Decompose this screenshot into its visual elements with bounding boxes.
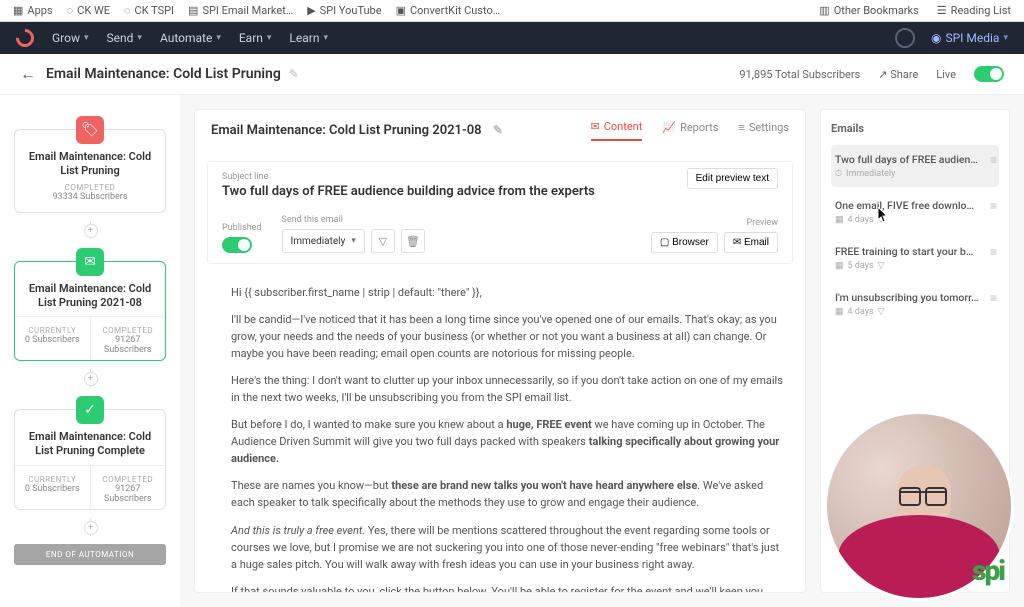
sequence-title: Email Maintenance: Cold List Pruning 202… bbox=[211, 123, 503, 138]
add-step-icon[interactable] bbox=[90, 369, 91, 387]
bookmark-spi-youtube[interactable]: ▶ SPI YouTube bbox=[302, 3, 386, 18]
tag-icon: 🏷 bbox=[76, 116, 104, 144]
drag-handle-icon[interactable]: ≡ bbox=[990, 153, 997, 167]
drag-handle-icon[interactable]: ≡ bbox=[990, 199, 997, 213]
chart-icon: 📈 bbox=[662, 121, 676, 134]
flow-node-sequence-2021-08[interactable]: ✉ Email Maintenance: Cold List Pruning 2… bbox=[14, 261, 166, 362]
email-body-editor[interactable]: Hi {{ subscriber.first_name | strip | de… bbox=[195, 276, 805, 592]
nav-grow[interactable]: Grow▾ bbox=[52, 31, 89, 45]
email-meta-block: Subject line Two full days of FREE audie… bbox=[207, 161, 793, 264]
reading-list[interactable]: ☰ Reading List bbox=[932, 3, 1016, 18]
filter-icon[interactable]: ▽ bbox=[371, 229, 395, 253]
add-step-icon[interactable] bbox=[90, 518, 91, 536]
spi-logo: spi bbox=[972, 554, 1004, 587]
nav-automate[interactable]: Automate▾ bbox=[160, 31, 221, 45]
calendar-icon: ▦ bbox=[835, 215, 844, 225]
check-icon: ✓ bbox=[76, 396, 104, 424]
bookmark-ckwe[interactable]: ◌ CK WE bbox=[62, 3, 115, 18]
funnel-icon: ▽ bbox=[878, 261, 885, 271]
automation-title: Email Maintenance: Cold List Pruning bbox=[46, 66, 281, 82]
envelope-icon: ✉ bbox=[591, 120, 600, 133]
preview-label: Preview bbox=[747, 218, 778, 228]
calendar-icon: ▦ bbox=[835, 307, 844, 317]
end-of-automation: END OF AUTOMATION bbox=[14, 544, 166, 565]
published-toggle[interactable] bbox=[222, 237, 252, 253]
clock-icon: ⏱ bbox=[835, 169, 842, 179]
published-label: Published bbox=[222, 223, 262, 233]
tab-reports[interactable]: 📈Reports bbox=[662, 121, 718, 140]
mouse-cursor-icon bbox=[878, 207, 890, 223]
bookmark-ck-custo[interactable]: ▣ ConvertKit Custo… bbox=[391, 3, 506, 18]
page-body: 🏷 Email Maintenance: Cold List Pruning C… bbox=[0, 95, 1024, 607]
preview-browser-button[interactable]: ▢ Browser bbox=[651, 232, 718, 253]
emails-heading: Emails bbox=[831, 122, 999, 135]
nav-send[interactable]: Send▾ bbox=[107, 31, 142, 45]
automation-flow-panel: 🏷 Email Maintenance: Cold List Pruning C… bbox=[0, 95, 180, 607]
email-editor-panel: Email Maintenance: Cold List Pruning 202… bbox=[194, 109, 806, 593]
edit-title-icon[interactable]: ✎ bbox=[289, 67, 299, 81]
tab-settings[interactable]: ≡Settings bbox=[738, 121, 789, 140]
share-button[interactable]: ↗ Share bbox=[878, 68, 918, 81]
email-list-item[interactable]: One email, FIVE free downloa… ▦4 days ▽ … bbox=[831, 191, 999, 233]
automation-header: ← Email Maintenance: Cold List Pruning ✎… bbox=[0, 54, 1024, 95]
flow-node-start[interactable]: 🏷 Email Maintenance: Cold List Pruning C… bbox=[14, 129, 166, 213]
send-schedule-select[interactable]: Immediately▾ bbox=[282, 229, 365, 253]
help-icon[interactable] bbox=[895, 28, 915, 48]
delete-icon[interactable]: 🗑 bbox=[401, 229, 425, 253]
app-navbar: Grow▾ Send▾ Automate▾ Earn▾ Learn▾ ◉ SPI… bbox=[0, 22, 1024, 54]
tab-content[interactable]: ✉Content bbox=[591, 120, 643, 141]
edit-preview-text-button[interactable]: Edit preview text bbox=[687, 168, 778, 189]
send-schedule-label: Send this email bbox=[282, 215, 425, 225]
funnel-icon: ▽ bbox=[878, 307, 885, 317]
live-toggle[interactable] bbox=[974, 66, 1004, 82]
email-icon: ✉ bbox=[76, 248, 104, 276]
nav-learn[interactable]: Learn▾ bbox=[289, 31, 328, 45]
drag-handle-icon[interactable]: ≡ bbox=[990, 245, 997, 259]
browser-bookmarks-bar: ▦ Apps ◌ CK WE ◌ CK TSPI ▤ SPI Email Mar… bbox=[0, 0, 1024, 22]
nav-earn[interactable]: Earn▾ bbox=[239, 31, 272, 45]
flow-node-complete[interactable]: ✓ Email Maintenance: Cold List Pruning C… bbox=[14, 409, 166, 510]
email-list-item[interactable]: Two full days of FREE audienc… ⏱Immediat… bbox=[831, 145, 999, 187]
convertkit-logo-icon[interactable] bbox=[12, 25, 37, 50]
total-subscribers: 91,895 Total Subscribers bbox=[739, 68, 860, 81]
email-list-item[interactable]: I'm unsubscribing you tomorr… ▦4 days ▽ … bbox=[831, 283, 999, 325]
live-label: Live bbox=[936, 68, 956, 81]
email-list-item[interactable]: FREE training to start your bu… ▦5 days … bbox=[831, 237, 999, 279]
other-bookmarks[interactable]: ▥ Other Bookmarks bbox=[814, 3, 924, 18]
bookmark-cktspi[interactable]: ◌ CK TSPI bbox=[119, 3, 179, 18]
apps-shortcut[interactable]: ▦ Apps bbox=[8, 3, 58, 18]
preview-email-button[interactable]: ✉ Email bbox=[724, 232, 778, 253]
add-step-icon[interactable] bbox=[90, 221, 91, 239]
back-arrow-icon[interactable]: ← bbox=[20, 64, 36, 84]
subject-label: Subject line bbox=[222, 172, 595, 182]
account-menu[interactable]: ◉ SPI Media▾ bbox=[931, 31, 1008, 45]
edit-sequence-icon[interactable]: ✎ bbox=[493, 123, 503, 137]
subject-line[interactable]: Two full days of FREE audience building … bbox=[222, 184, 595, 199]
calendar-icon: ▦ bbox=[835, 261, 844, 271]
bookmark-spi-email[interactable]: ▤ SPI Email Market… bbox=[183, 3, 298, 18]
drag-handle-icon[interactable]: ≡ bbox=[990, 291, 997, 305]
sliders-icon: ≡ bbox=[738, 121, 744, 134]
